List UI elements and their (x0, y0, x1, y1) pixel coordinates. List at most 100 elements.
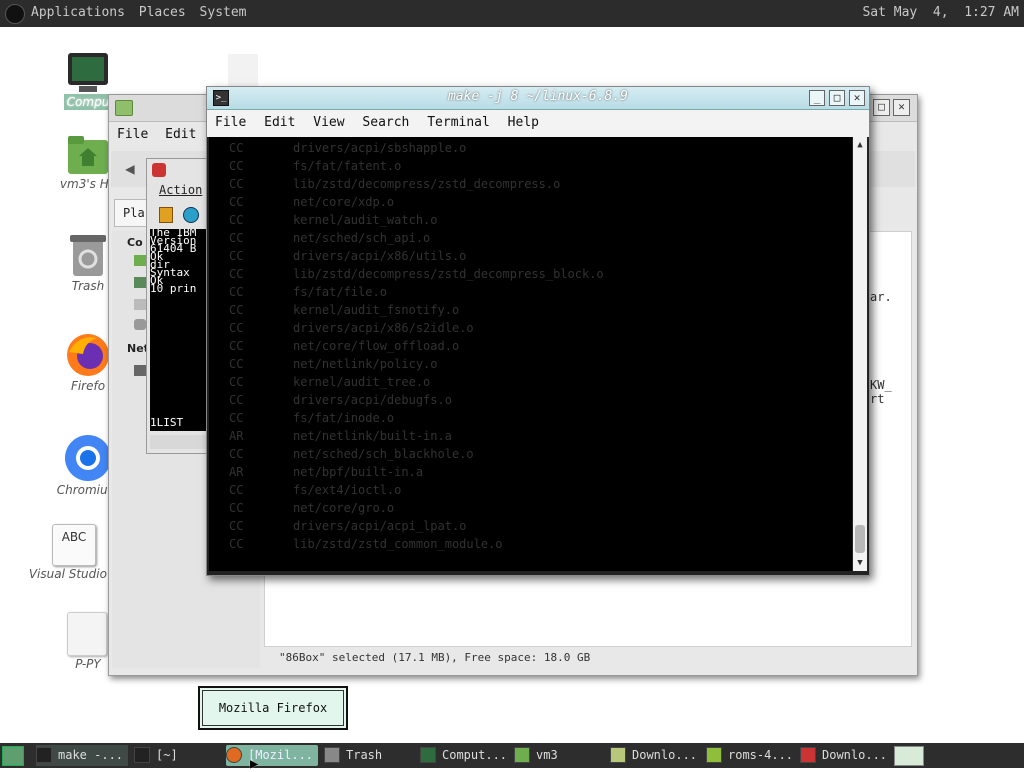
build-step: CC (229, 393, 244, 407)
partial-text: rt (870, 392, 885, 406)
terminal-line: CC kernel/audit_tree.o (229, 375, 430, 393)
terminal-line: CC net/core/xdp.o (229, 195, 394, 213)
task-trash[interactable]: Trash (324, 745, 414, 766)
menu-file[interactable]: File (215, 115, 246, 130)
task-make[interactable]: make -... (36, 745, 128, 766)
minimize-button[interactable]: _ (809, 90, 825, 106)
emulator-statusbar (150, 435, 208, 449)
folder-icon (514, 746, 530, 763)
build-step: CC (229, 141, 244, 155)
terminal-line: CC drivers/acpi/debugfs.o (229, 393, 452, 411)
maximize-button[interactable]: □ (873, 99, 890, 116)
applications-menu[interactable]: Applications (31, 5, 125, 20)
terminal-scrollbar[interactable]: ▲ ▼ (853, 137, 867, 571)
show-desktop-button[interactable] (2, 746, 24, 766)
86box-icon (800, 746, 816, 763)
menu-terminal[interactable]: Terminal (427, 115, 490, 130)
system-menu[interactable]: System (200, 5, 247, 20)
window-title: make -j 8 ~/linux-6.8.9 (447, 89, 628, 104)
terminal-line: CC fs/fat/file.o (229, 285, 387, 303)
sidebar-item-network[interactable] (134, 365, 146, 376)
screen-line-list: 1LIST (150, 416, 184, 429)
clock[interactable]: Sat May 4, 1:27 AM (862, 5, 1019, 20)
menu-help[interactable]: Help (508, 115, 539, 130)
terminal-output[interactable]: CC drivers/acpi/sbshapple.o CC fs/fat/faten… (209, 137, 852, 571)
emulator-screen[interactable]: The IBM Version 61404 B Ok dir Syntax Ok… (150, 229, 208, 431)
document-icon (67, 612, 107, 656)
build-target: net/netlink/built-in.a (293, 429, 452, 443)
task-86box-downloads[interactable]: Downlo... (800, 745, 888, 766)
build-target: net/core/xdp.o (293, 195, 395, 209)
task-computer[interactable]: Comput... (420, 745, 510, 766)
firefox-icon (67, 334, 109, 376)
sidebar-item-desktop[interactable] (134, 277, 146, 288)
build-step: CC (229, 411, 244, 425)
build-target: drivers/acpi/x86/utils.o (293, 249, 467, 263)
sidebar-item-filesystem[interactable] (134, 299, 146, 310)
build-target: fs/ext4/ioctl.o (293, 483, 402, 497)
chromium-icon (65, 435, 111, 481)
task-label: Downlo... (822, 748, 888, 762)
terminal-line: CC net/sched/sch_blackhole.o (229, 447, 474, 465)
sidebar-item-home[interactable] (134, 255, 146, 266)
terminal-line: CC lib/zstd/zstd_common_module.o (229, 537, 503, 555)
build-step: CC (229, 375, 244, 389)
scrollbar-thumb[interactable] (855, 525, 865, 553)
task-home-terminal[interactable]: [~] (134, 745, 220, 766)
trash-icon (324, 746, 340, 763)
maximize-button[interactable]: □ (829, 90, 845, 106)
build-target: fs/fat/inode.o (293, 411, 395, 425)
menu-search[interactable]: Search (362, 115, 409, 130)
top-menu-bar: Applications Places System (31, 5, 253, 20)
build-step: CC (229, 213, 244, 227)
build-target: drivers/acpi/x86/s2idle.o (293, 321, 474, 335)
scroll-up-arrow-icon[interactable]: ▲ (853, 140, 867, 150)
task-firefox[interactable]: [Mozil... (226, 745, 318, 766)
scroll-down-arrow-icon[interactable]: ▼ (853, 558, 867, 568)
build-step: CC (229, 483, 244, 497)
build-step: CC (229, 195, 244, 209)
build-step: CC (229, 267, 244, 281)
build-step: CC (229, 159, 244, 173)
terminal-line: CC drivers/acpi/acpi_lpat.o (229, 519, 466, 537)
terminal-line: AR net/netlink/built-in.a (229, 429, 452, 447)
terminal-line: CC drivers/acpi/x86/utils.o (229, 249, 466, 267)
menu-view[interactable]: View (313, 115, 344, 130)
task-roms[interactable]: roms-4... (706, 745, 796, 766)
folder-icon (115, 100, 133, 116)
emulator-menu-action[interactable]: Action (159, 183, 202, 197)
pause-button[interactable] (159, 207, 173, 223)
menu-edit[interactable]: Edit (165, 127, 196, 142)
build-target: kernel/audit_tree.o (293, 375, 431, 389)
emulator-window: Action The IBM Version 61404 B Ok dir Sy… (146, 158, 214, 454)
close-button[interactable]: ✕ (849, 90, 865, 106)
places-menu[interactable]: Places (139, 5, 186, 20)
reset-icon[interactable] (183, 207, 199, 223)
text-document-icon: ABC (52, 524, 96, 566)
terminal-line: CC fs/ext4/ioctl.o (229, 483, 401, 501)
terminal-icon (36, 746, 52, 763)
icon-text: ABC (61, 530, 87, 544)
build-step: CC (229, 537, 244, 551)
menu-file[interactable]: File (117, 127, 148, 142)
task-downloads[interactable]: Downlo... (610, 745, 700, 766)
workspace-switcher[interactable] (894, 746, 924, 766)
terminal-line: CC drivers/acpi/sbshapple.o (229, 141, 466, 159)
terminal-line: CC lib/zstd/decompress/zstd_decompress.o (229, 177, 560, 195)
terminal-line: CC net/core/gro.o (229, 501, 394, 519)
distro-logo-icon[interactable] (5, 4, 25, 24)
build-target: net/netlink/policy.o (293, 357, 438, 371)
sidebar-item-drive[interactable] (134, 319, 146, 330)
partial-text: KW_ (870, 378, 892, 392)
terminal-line: CC kernel/audit_watch.o (229, 213, 438, 231)
terminal-line: CC lib/zstd/decompress/zstd_decompress_bl… (229, 267, 604, 285)
close-button[interactable]: ✕ (893, 99, 910, 116)
menu-edit[interactable]: Edit (264, 115, 295, 130)
folder-icon (610, 746, 626, 763)
terminal-line: CC net/sched/sch_api.o (229, 231, 430, 249)
build-step: AR (229, 465, 244, 479)
task-vm3[interactable]: vm3 (514, 745, 604, 766)
terminal-titlebar[interactable]: >_ make -j 8 ~/linux-6.8.9 _ □ ✕ (207, 87, 869, 110)
taskbar: make -... [~] [Mozil... Trash Comput... … (0, 743, 1024, 768)
back-icon[interactable]: ◀ (125, 159, 135, 178)
